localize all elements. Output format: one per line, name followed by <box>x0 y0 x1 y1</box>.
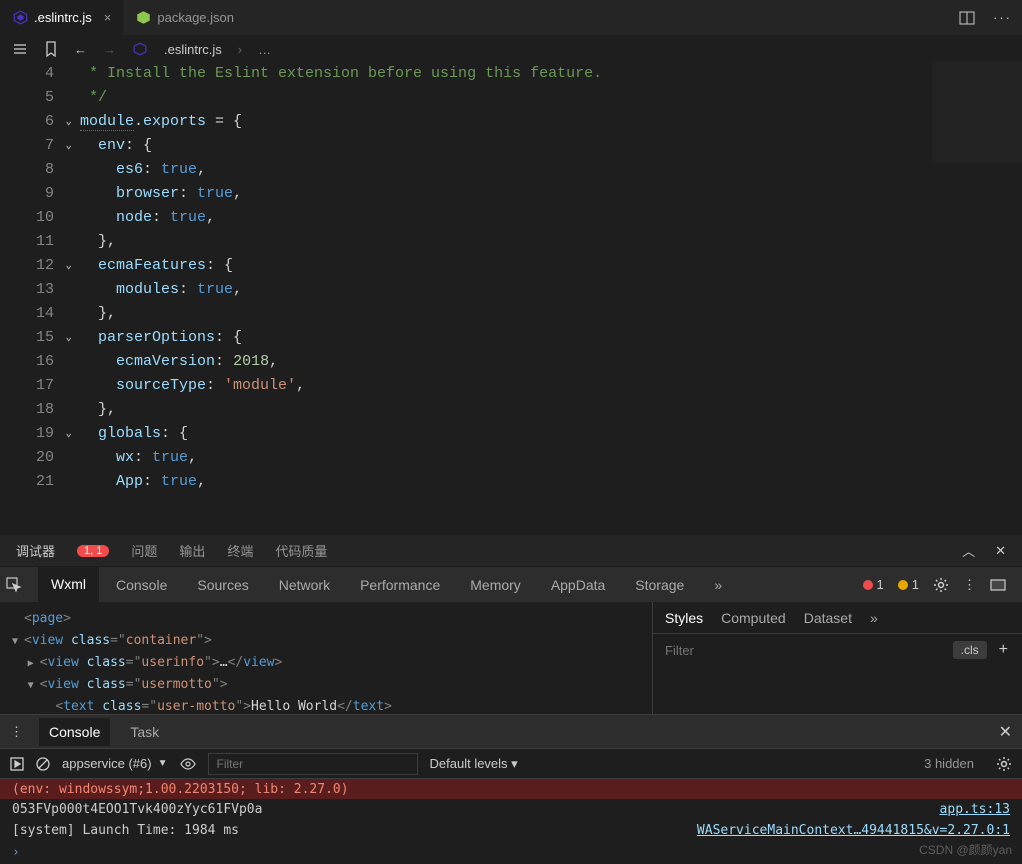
tab-label: package.json <box>157 10 234 25</box>
node-icon <box>135 10 151 26</box>
devtools-tab-appdata[interactable]: AppData <box>538 567 618 602</box>
close-icon[interactable]: ✕ <box>999 722 1012 742</box>
debugger-tab-problems[interactable]: 问题 <box>131 541 157 560</box>
tab-label: .eslintrc.js <box>34 10 92 25</box>
devtools-tab-console[interactable]: Console <box>103 567 180 602</box>
debugger-tab-terminal[interactable]: 终端 <box>227 541 253 560</box>
styles-panel: Styles Computed Dataset » .cls + <box>652 602 1022 714</box>
warning-count[interactable]: 1 <box>898 577 919 592</box>
levels-select[interactable]: Default levels ▾ <box>430 756 518 772</box>
gear-icon[interactable] <box>996 756 1012 772</box>
breadcrumb-file[interactable]: .eslintrc.js <box>164 42 222 57</box>
split-editor-icon[interactable] <box>959 10 975 26</box>
inspector-panel: <page>▼<view class="container"> ▶<view c… <box>0 602 1022 714</box>
devtools-tab-sources[interactable]: Sources <box>184 567 261 602</box>
styles-tab-styles[interactable]: Styles <box>665 610 703 626</box>
cls-button[interactable]: .cls <box>953 641 987 659</box>
devtools-tab-performance[interactable]: Performance <box>347 567 453 602</box>
kebab-icon[interactable]: ⋮ <box>10 724 23 740</box>
console-bar: ⋮ Console Task ✕ <box>0 714 1022 748</box>
minimap[interactable] <box>932 62 1022 162</box>
watermark: CSDN @颜颜yan <box>919 841 1012 858</box>
debugger-tab-quality[interactable]: 代码质量 <box>275 541 327 560</box>
more-icon[interactable]: ··· <box>993 10 1012 25</box>
inspect-icon[interactable] <box>6 577 34 593</box>
eye-icon[interactable] <box>180 758 196 770</box>
back-icon[interactable]: ← <box>74 42 87 57</box>
dock-icon[interactable] <box>990 577 1006 593</box>
console-filter-input[interactable] <box>208 753 418 775</box>
code-area[interactable]: * Install the Eslint extension before us… <box>80 62 1022 534</box>
close-icon[interactable]: ✕ <box>995 543 1006 559</box>
console-toolbar: appservice (#6)▼ Default levels ▾ 3 hidd… <box>0 748 1022 778</box>
console-tab-task[interactable]: Task <box>126 724 163 740</box>
debugger-title[interactable]: 调试器 <box>16 541 55 560</box>
styles-more[interactable]: » <box>870 610 878 626</box>
clear-icon[interactable] <box>36 757 50 771</box>
tab-package-json[interactable]: package.json <box>123 0 246 35</box>
devtools-more[interactable]: » <box>701 567 735 602</box>
menu-icon[interactable] <box>12 41 28 57</box>
breadcrumb-trail[interactable]: … <box>258 42 271 57</box>
forward-icon[interactable]: → <box>103 42 116 57</box>
debugger-bar: 调试器 1, 1 问题 输出 终端 代码质量 ︿ ✕ <box>0 534 1022 566</box>
devtools-tab-wxml[interactable]: Wxml <box>38 567 99 602</box>
kebab-icon[interactable]: ⋮ <box>963 577 976 593</box>
devtools-tab-storage[interactable]: Storage <box>622 567 697 602</box>
chevron-up-icon[interactable]: ︿ <box>962 541 975 560</box>
styles-tab-dataset[interactable]: Dataset <box>804 610 852 626</box>
add-rule-button[interactable]: + <box>993 641 1014 659</box>
devtools-tab-memory[interactable]: Memory <box>457 567 534 602</box>
editor-tab-bar: .eslintrc.js × package.json ··· <box>0 0 1022 36</box>
debugger-tab-output[interactable]: 输出 <box>179 541 205 560</box>
eslint-icon <box>132 41 148 57</box>
devtools-tab-network[interactable]: Network <box>266 567 343 602</box>
error-count[interactable]: 1 <box>863 577 884 592</box>
breadcrumb-bar: ← → .eslintrc.js › … <box>0 36 1022 62</box>
hidden-count[interactable]: 3 hidden <box>924 756 974 771</box>
debugger-badge: 1, 1 <box>77 545 109 557</box>
bookmark-icon[interactable] <box>44 41 58 57</box>
tab-eslintrc[interactable]: .eslintrc.js × <box>0 0 123 35</box>
context-select[interactable]: appservice (#6)▼ <box>62 756 168 771</box>
styles-tab-computed[interactable]: Computed <box>721 610 786 626</box>
dom-tree[interactable]: <page>▼<view class="container"> ▶<view c… <box>0 602 652 714</box>
play-icon[interactable] <box>10 757 24 771</box>
styles-filter-input[interactable] <box>661 639 953 662</box>
breadcrumb-sep: › <box>238 42 242 57</box>
devtools-tab-bar: Wxml Console Sources Network Performance… <box>0 566 1022 602</box>
console-output[interactable]: (env: windowssym;1.00.2203150; lib: 2.27… <box>0 778 1022 864</box>
code-editor[interactable]: 456⌄7⌄89101112⌄131415⌄16171819⌄2021 * In… <box>0 62 1022 534</box>
close-icon[interactable]: × <box>104 10 112 25</box>
line-gutter: 456⌄7⌄89101112⌄131415⌄16171819⌄2021 <box>0 62 80 534</box>
gear-icon[interactable] <box>933 577 949 593</box>
console-tab-console[interactable]: Console <box>39 718 110 746</box>
eslint-icon <box>12 10 28 26</box>
